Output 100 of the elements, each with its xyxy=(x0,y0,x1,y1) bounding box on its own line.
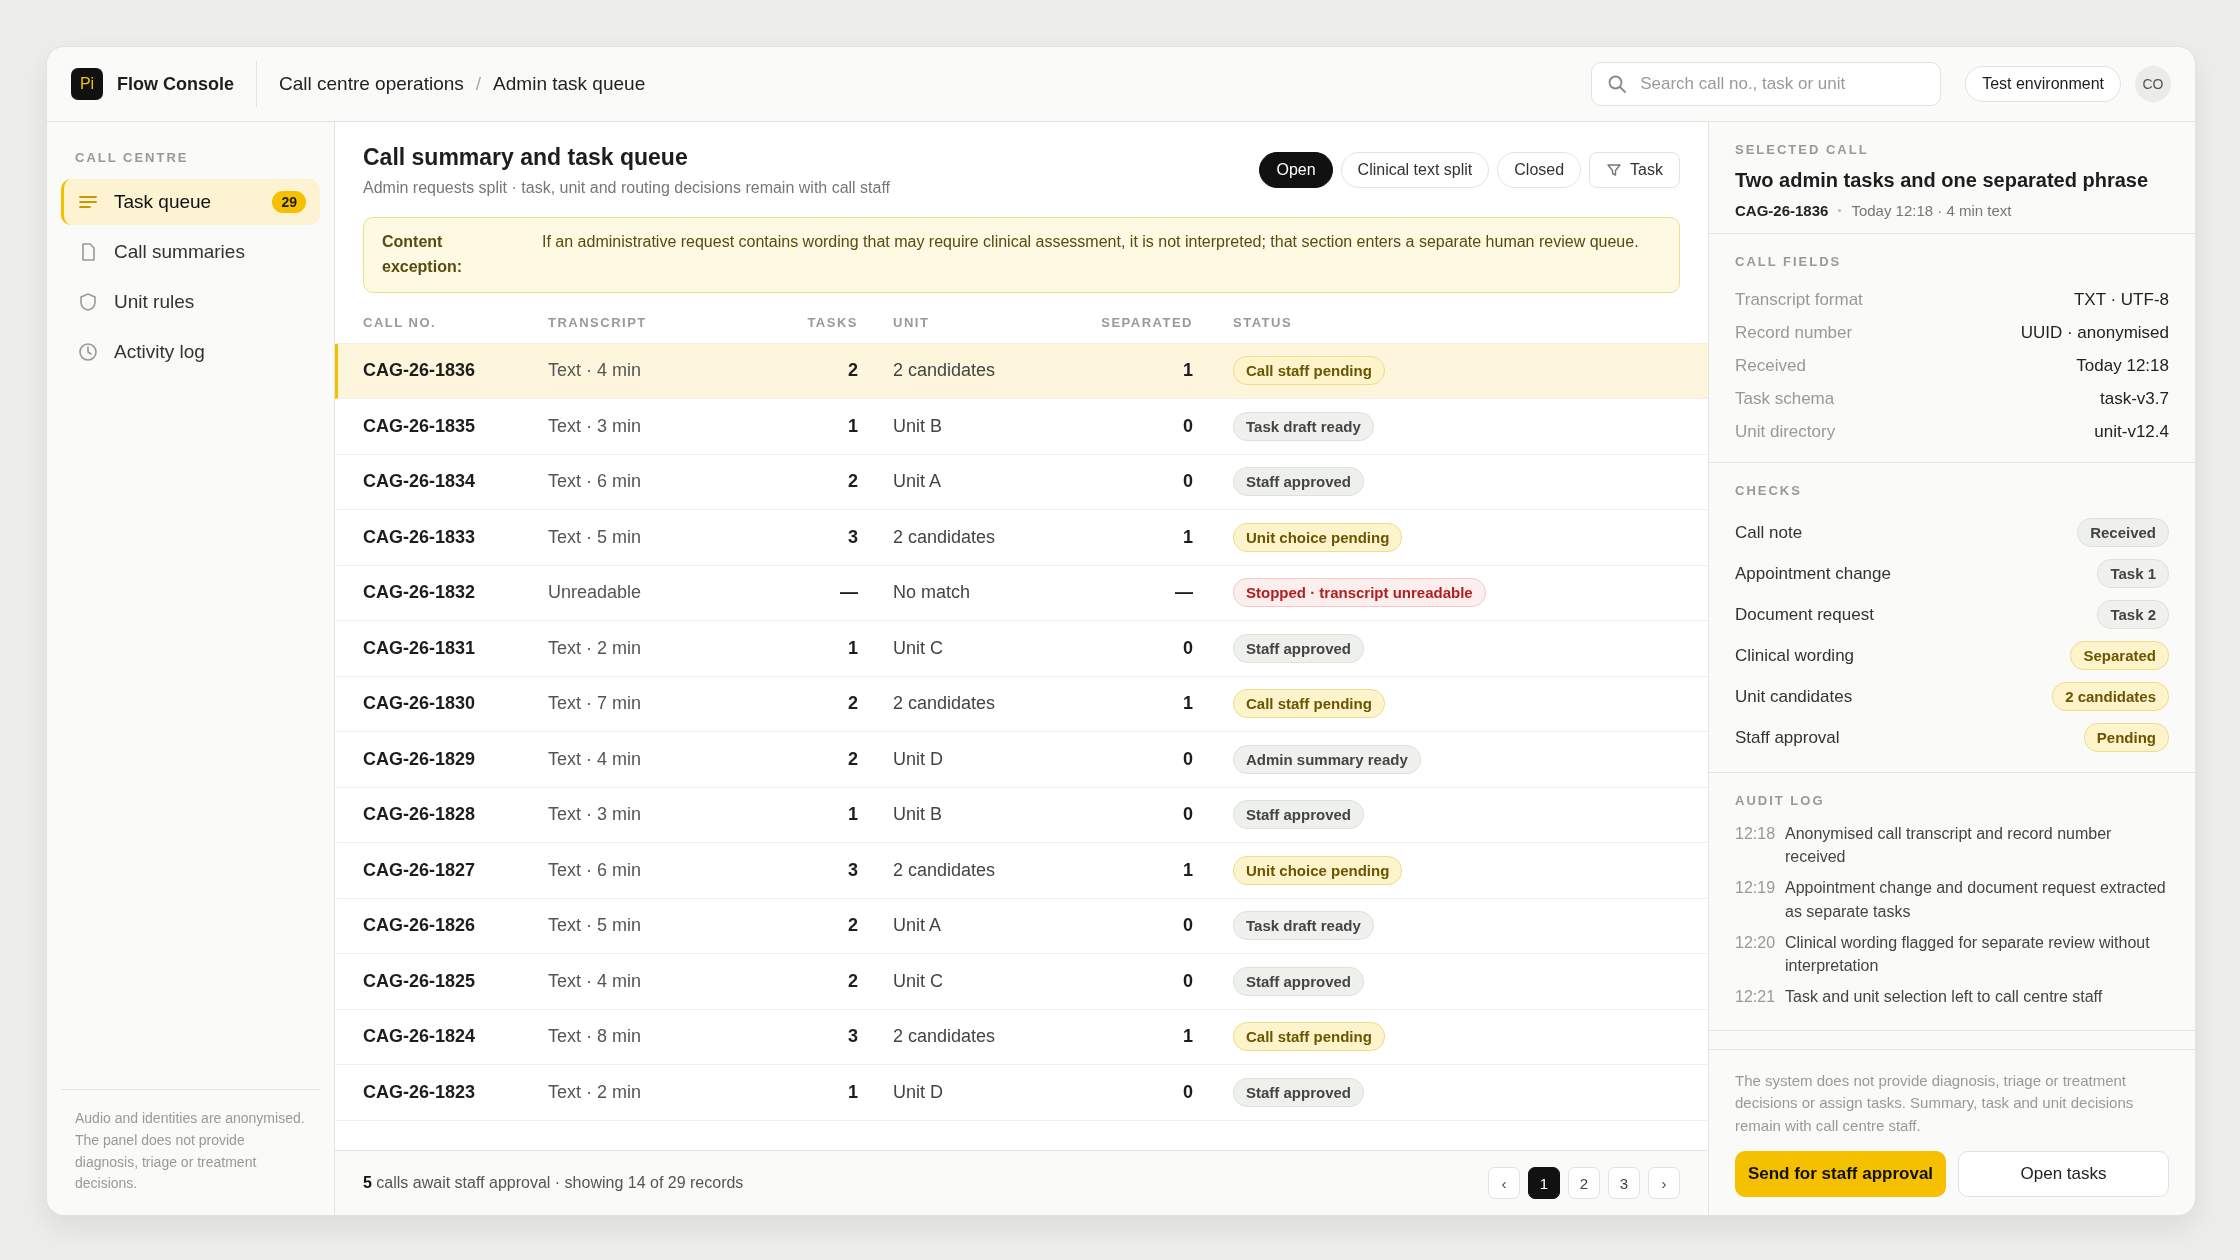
environment-badge: Test environment xyxy=(1965,66,2121,102)
sidebar-item[interactable]: Call summaries xyxy=(61,229,320,275)
status-badge: Staff approved xyxy=(1233,633,1364,663)
table-cell-text: CAG-26-1826 xyxy=(362,915,477,937)
table-cell-text: 0 xyxy=(1182,748,1193,770)
table-cell-text: CAG-26-1828 xyxy=(362,804,477,826)
table-cell-text: 2 xyxy=(847,693,858,715)
field-label: Received xyxy=(1735,355,1806,376)
table-cell-text: CAG-26-1831 xyxy=(362,637,477,659)
notice-label: Content exception: xyxy=(382,232,463,277)
sidebar-item[interactable]: Unit rules xyxy=(61,279,320,325)
table-row[interactable]: CAG-26-1824 Text · 8 min 3 2 candidates 1 Call staff pending xyxy=(335,1009,1708,1066)
table-row[interactable]: CAG-26-1835 Text · 3 min 1 Unit B 0 Task draft ready xyxy=(335,399,1708,455)
status-badge: Call staff pending xyxy=(1233,1022,1385,1052)
shield-icon xyxy=(78,292,98,312)
status-badge: Staff approved xyxy=(1233,467,1364,497)
table-cell-text: 2 candidates xyxy=(892,526,997,548)
status-badge: Staff approved xyxy=(1233,966,1364,996)
table-row[interactable]: CAG-26-1832 Unreadable — No match — Stopped · transcript unreadable xyxy=(335,565,1708,622)
table-row[interactable]: CAG-26-1829 Text · 4 min 2 Unit D 0 Admin summary ready xyxy=(335,732,1708,788)
table-cell-text: 1 xyxy=(847,415,858,437)
table-cell-text: Unit C xyxy=(892,970,944,992)
table-row[interactable]: CAG-26-1831 Text · 2 min 1 Unit C 0 Staff approved xyxy=(335,621,1708,677)
user-avatar[interactable]: CO xyxy=(2135,66,2171,102)
table-cell-text: Text · 3 min xyxy=(548,415,643,437)
log-entry: Anonymised call transcript and record number received xyxy=(1785,824,2113,868)
status-badge: Task draft ready xyxy=(1233,411,1374,441)
table-row[interactable]: CAG-26-1828 Text · 3 min 1 Unit B 0 Staff approved xyxy=(335,787,1708,844)
table-cell-text: CAG-26-1823 xyxy=(362,1081,477,1103)
filter-button[interactable]: Task xyxy=(1589,152,1680,188)
log-time: 12:18 xyxy=(1735,824,1773,844)
next-page-button[interactable]: › xyxy=(1648,1167,1680,1199)
table-row[interactable]: CAG-26-1823 Text · 2 min 1 Unit D 0 Staff approved xyxy=(335,1065,1708,1121)
table-cell-text: 1 xyxy=(847,637,858,659)
table-cell-text: Unit D xyxy=(892,1081,944,1103)
check-badge: Separated xyxy=(2070,641,2169,670)
table-cell-text: No match xyxy=(892,582,972,604)
search-field[interactable]: Search call no., task or unit xyxy=(1591,62,1942,106)
page-subtitle: Admin requests split · task, unit and routing decisions remain with call staff xyxy=(363,179,892,197)
table-cell-text: Unreadable xyxy=(548,582,643,604)
sidebar-item[interactable]: Activity log xyxy=(61,329,320,375)
table-cell-text: 2 xyxy=(847,915,858,937)
table-cell-text: CAG-26-1830 xyxy=(362,693,477,715)
breadcrumb-item[interactable]: Call centre operations xyxy=(279,73,464,95)
check-badge: Task 2 xyxy=(2097,600,2169,629)
sidebar-note: Audio and identities are anonymised. The panel does not provide diagnosis, triage or treatment decisions. xyxy=(61,1089,320,1195)
log-entry: Appointment change and document request extracted as separate tasks xyxy=(1785,878,2167,922)
sidebar-item[interactable]: Task queue 29 xyxy=(61,179,320,225)
breadcrumb-separator: / xyxy=(475,73,482,95)
column-header: TASKS xyxy=(806,315,858,331)
page-button[interactable]: 2 xyxy=(1568,1167,1600,1199)
table-row[interactable]: CAG-26-1827 Text · 6 min 3 2 candidates 1 Unit choice pending xyxy=(335,843,1708,899)
filter-icon xyxy=(1606,162,1623,178)
filter-chip[interactable]: Closed xyxy=(1497,152,1582,188)
table-cell-text: 0 xyxy=(1182,415,1193,437)
page-button[interactable]: 3 xyxy=(1608,1167,1640,1199)
table-cell-text: Unit A xyxy=(892,471,943,493)
table-row[interactable]: CAG-26-1836 Text · 4 min 2 2 candidates 1 Call staff pending xyxy=(335,343,1708,400)
page-button[interactable]: 1 xyxy=(1528,1167,1560,1199)
table-cell-text: CAG-26-1834 xyxy=(362,471,477,493)
table-row[interactable]: CAG-26-1825 Text · 4 min 2 Unit C 0 Staff approved xyxy=(335,954,1708,1010)
status-badge: Task draft ready xyxy=(1233,911,1374,941)
field-value: task-v3.7 xyxy=(2100,388,2169,409)
check-badge: 2 candidates xyxy=(2052,682,2169,711)
table-cell-text: 2 xyxy=(847,360,858,382)
table-row[interactable]: CAG-26-1826 Text · 5 min 2 Unit A 0 Task draft ready xyxy=(335,898,1708,955)
check-label: Staff approval xyxy=(1735,727,1840,748)
call-meta: Today 12:18 · 4 min text xyxy=(1851,202,2012,219)
log-entry: Task and unit selection left to call centre staff xyxy=(1785,987,2103,1008)
table-cell-text: CAG-26-1832 xyxy=(362,582,477,604)
table-cell-text: 2 candidates xyxy=(892,1026,997,1048)
field-value: unit-v12.4 xyxy=(2094,421,2169,442)
table-cell-text: Text · 5 min xyxy=(548,915,643,937)
section-heading: CALL FIELDS xyxy=(1735,254,1843,269)
column-header: STATUS xyxy=(1232,315,1293,331)
call-number: CAG-26-1836 xyxy=(1735,202,1829,219)
filter-chip[interactable]: Clinical text split xyxy=(1340,152,1490,188)
filter-chip[interactable]: Open xyxy=(1259,152,1333,188)
breadcrumb-item: Admin task queue xyxy=(493,73,646,95)
previous-page-button[interactable]: ‹ xyxy=(1488,1167,1520,1199)
check-badge: Received xyxy=(2077,518,2169,547)
notice-text: If an administrative request contains wording that may require clinical assessment, it is not interpreted; that section enters a separate human review queue. xyxy=(542,232,1639,252)
table-cell-text: 0 xyxy=(1182,915,1193,937)
table-cell-text: — xyxy=(1174,582,1193,604)
status-badge: Unit choice pending xyxy=(1233,855,1403,885)
open-button[interactable]: Open tasks xyxy=(1958,1151,2169,1197)
section-heading: AUDIT LOG xyxy=(1735,793,1826,808)
table-row[interactable]: CAG-26-1833 Text · 5 min 3 2 candidates 1 Unit choice pending xyxy=(335,510,1708,566)
send-button[interactable]: Send for staff approval xyxy=(1735,1151,1946,1197)
table-cell-text: 1 xyxy=(1182,360,1193,382)
table-cell-text: 1 xyxy=(847,804,858,826)
log-time: 12:19 xyxy=(1735,878,1773,899)
table-cell-text: Text · 6 min xyxy=(548,859,643,881)
check-badge: Task 1 xyxy=(2097,559,2169,588)
field-label: Transcript format xyxy=(1735,289,1863,310)
table-row[interactable]: CAG-26-1830 Text · 7 min 2 2 candidates 1 Call staff pending xyxy=(335,676,1708,733)
table-cell-text: Unit B xyxy=(892,415,944,437)
status-badge: Call staff pending xyxy=(1233,356,1385,386)
table-row[interactable]: CAG-26-1834 Text · 6 min 2 Unit A 0 Staff approved xyxy=(335,454,1708,511)
table-cell-text: 1 xyxy=(1182,859,1193,881)
